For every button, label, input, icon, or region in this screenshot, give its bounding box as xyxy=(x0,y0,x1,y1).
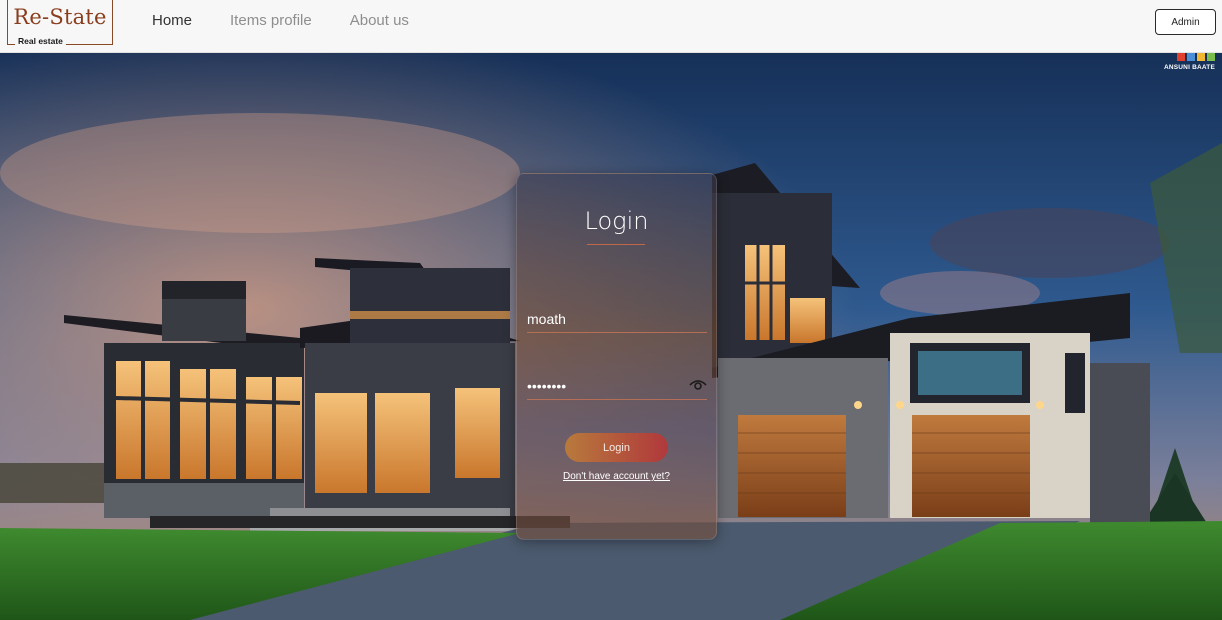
badge-bar xyxy=(1197,53,1205,61)
badge-bar xyxy=(1177,53,1185,61)
password-input[interactable] xyxy=(527,374,687,398)
badge-color-bars xyxy=(1159,53,1215,61)
navbar: Re-State Real estate Home Items profile … xyxy=(0,0,1222,53)
logo-title: Re-State xyxy=(13,5,107,29)
username-field-wrapper xyxy=(527,307,707,333)
signup-link[interactable]: Don't have account yet? xyxy=(517,471,716,482)
nav-home[interactable]: Home xyxy=(152,12,192,29)
badge-text: ANSUNI BAATE xyxy=(1163,64,1215,71)
corner-badge: ANSUNI BAATE xyxy=(1159,53,1215,73)
login-button[interactable]: Login xyxy=(565,433,668,462)
login-card: Login Login Don't have account yet? xyxy=(516,173,717,540)
brand-logo[interactable]: Re-State Real estate xyxy=(7,0,113,46)
title-underline xyxy=(587,244,645,245)
username-underline xyxy=(527,332,707,333)
eye-icon[interactable] xyxy=(689,378,707,392)
password-field-wrapper xyxy=(527,374,707,400)
login-title: Login xyxy=(584,207,649,235)
admin-button[interactable]: Admin xyxy=(1155,9,1216,35)
badge-bar xyxy=(1207,53,1215,61)
nav-items-profile[interactable]: Items profile xyxy=(230,12,312,29)
badge-bar xyxy=(1187,53,1195,61)
nav-links: Home Items profile About us xyxy=(152,12,409,29)
hero-background: ANSUNI BAATE Login Login Don't have acco… xyxy=(0,53,1222,620)
username-input[interactable] xyxy=(527,307,707,331)
password-underline xyxy=(527,399,707,400)
logo-subtitle: Real estate xyxy=(15,36,66,46)
nav-about-us[interactable]: About us xyxy=(350,12,409,29)
